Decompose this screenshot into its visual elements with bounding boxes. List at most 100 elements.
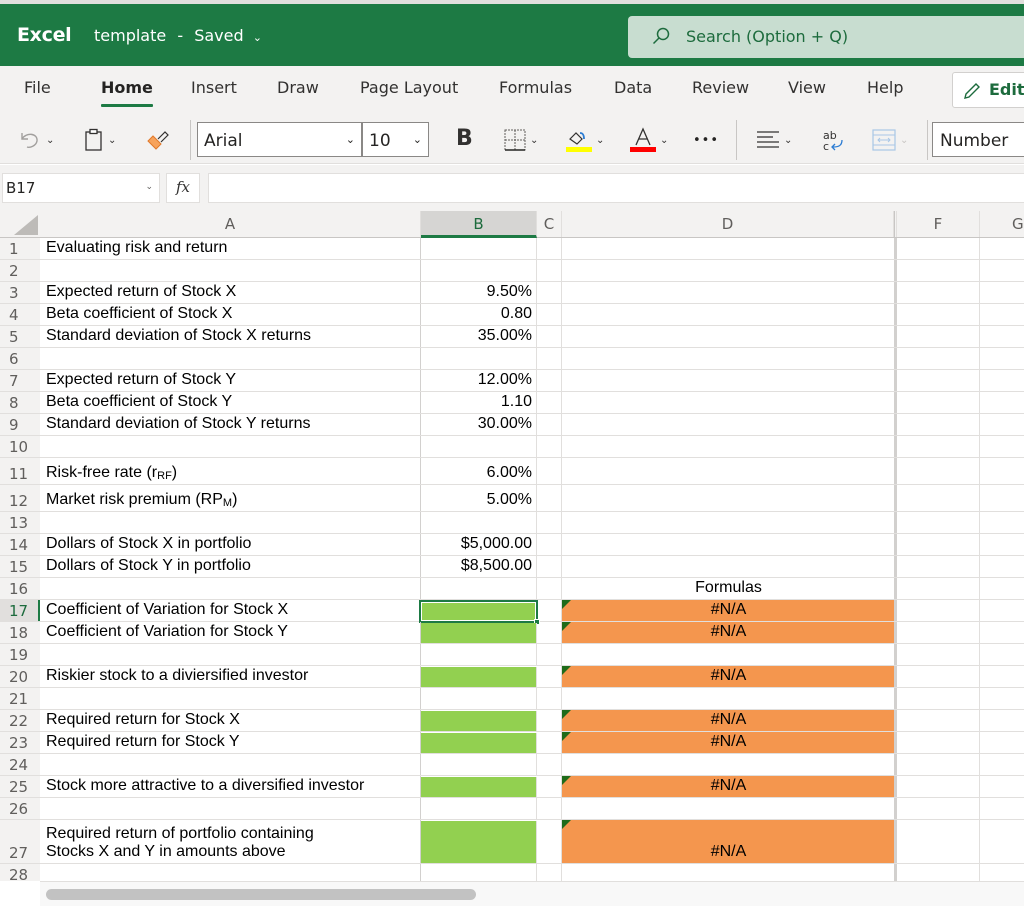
cell-d17[interactable]: #N/A xyxy=(562,600,896,621)
cell-a9[interactable]: Standard deviation of Stock Y returns xyxy=(40,414,421,435)
row-header[interactable]: 3 xyxy=(0,282,40,303)
cell-c23[interactable] xyxy=(537,732,562,753)
cell-b8[interactable]: 1.10 xyxy=(421,392,537,413)
cell-b9[interactable]: 30.00% xyxy=(421,414,537,435)
cell-c5[interactable] xyxy=(537,326,562,347)
cell-f17[interactable] xyxy=(897,600,980,621)
cell-f5[interactable] xyxy=(897,326,980,347)
wrap-text-button[interactable]: ab c xyxy=(820,126,846,154)
cell-f3[interactable] xyxy=(897,282,980,303)
cell-d8[interactable] xyxy=(562,392,896,413)
cell-f12[interactable] xyxy=(897,485,980,511)
cell-c7[interactable] xyxy=(537,370,562,391)
cell-b20[interactable] xyxy=(421,667,537,687)
cell-f1[interactable] xyxy=(897,238,980,259)
cell-a7[interactable]: Expected return of Stock Y xyxy=(40,370,421,391)
row-header[interactable]: 18 xyxy=(0,622,40,643)
cell-d12[interactable] xyxy=(562,485,896,511)
tab-view[interactable]: View xyxy=(788,78,826,97)
more-options-button[interactable]: ••• xyxy=(693,126,719,154)
cell-g25[interactable] xyxy=(980,776,1024,797)
cell-f18[interactable] xyxy=(897,622,980,643)
cell-f23[interactable] xyxy=(897,732,980,753)
cell-d1[interactable] xyxy=(562,238,896,259)
cell-c6[interactable] xyxy=(537,348,562,369)
row-header[interactable]: 6 xyxy=(0,348,40,369)
cell-d28[interactable] xyxy=(562,864,896,881)
cell-g11[interactable] xyxy=(980,458,1024,484)
cell-c18[interactable] xyxy=(537,622,562,643)
cell-f2[interactable] xyxy=(897,260,980,281)
row-header[interactable]: 15 xyxy=(0,556,40,577)
format-painter-button[interactable] xyxy=(146,126,170,154)
cell-c26[interactable] xyxy=(537,798,562,819)
cell-b28[interactable] xyxy=(421,864,537,881)
paste-button[interactable]: ⌄ xyxy=(84,126,116,154)
cell-c27[interactable] xyxy=(537,820,562,863)
cell-g28[interactable] xyxy=(980,864,1024,881)
row-header[interactable]: 20 xyxy=(0,666,40,687)
row-header[interactable]: 22 xyxy=(0,710,40,731)
row-header[interactable]: 25 xyxy=(0,776,40,797)
cell-a14[interactable]: Dollars of Stock X in portfolio xyxy=(40,534,421,555)
column-header-d[interactable]: D xyxy=(562,211,894,237)
tab-home[interactable]: Home xyxy=(101,78,153,107)
cell-d4[interactable] xyxy=(562,304,896,325)
cell-f24[interactable] xyxy=(897,754,980,775)
cell-g18[interactable] xyxy=(980,622,1024,643)
search-box[interactable]: Search (Option + Q) xyxy=(628,16,1024,58)
cell-d5[interactable] xyxy=(562,326,896,347)
cell-d10[interactable] xyxy=(562,436,896,457)
bold-button[interactable]: B xyxy=(456,126,473,151)
cell-f13[interactable] xyxy=(897,512,980,533)
cell-d6[interactable] xyxy=(562,348,896,369)
fill-color-button[interactable]: ⌄ xyxy=(566,126,604,154)
cell-g7[interactable] xyxy=(980,370,1024,391)
cell-d9[interactable] xyxy=(562,414,896,435)
cell-c20[interactable] xyxy=(537,666,562,687)
row-header[interactable]: 8 xyxy=(0,392,40,413)
cell-g15[interactable] xyxy=(980,556,1024,577)
cell-g8[interactable] xyxy=(980,392,1024,413)
row-header[interactable]: 27 xyxy=(0,820,40,863)
row-header[interactable]: 26 xyxy=(0,798,40,819)
cell-c12[interactable] xyxy=(537,485,562,511)
cell-b22[interactable] xyxy=(421,711,537,731)
formula-input[interactable] xyxy=(208,173,1024,203)
cell-a1[interactable]: Evaluating risk and return xyxy=(40,238,421,259)
cell-b15[interactable]: $8,500.00 xyxy=(421,556,537,577)
cell-g12[interactable] xyxy=(980,485,1024,511)
row-header[interactable]: 19 xyxy=(0,644,40,665)
cell-c22[interactable] xyxy=(537,710,562,731)
cell-b13[interactable] xyxy=(421,512,537,533)
cell-b23[interactable] xyxy=(421,733,537,753)
cell-b7[interactable]: 12.00% xyxy=(421,370,537,391)
cell-d14[interactable] xyxy=(562,534,896,555)
font-color-button[interactable]: ⌄ xyxy=(630,126,668,154)
cell-f28[interactable] xyxy=(897,864,980,881)
column-header-b[interactable]: B xyxy=(421,211,537,238)
row-header[interactable]: 1 xyxy=(0,238,40,259)
cell-g3[interactable] xyxy=(980,282,1024,303)
cell-d23[interactable]: #N/A xyxy=(562,732,896,753)
cell-g21[interactable] xyxy=(980,688,1024,709)
cell-a12[interactable]: Market risk premium (RP M) xyxy=(40,485,421,511)
cell-g22[interactable] xyxy=(980,710,1024,731)
tab-draw[interactable]: Draw xyxy=(277,78,319,97)
cell-c3[interactable] xyxy=(537,282,562,303)
cell-g14[interactable] xyxy=(980,534,1024,555)
row-header[interactable]: 12 xyxy=(0,485,40,511)
cell-b5[interactable]: 35.00% xyxy=(421,326,537,347)
merge-cells-button[interactable]: ⌄ xyxy=(872,126,908,154)
error-indicator-icon[interactable] xyxy=(562,776,571,785)
row-header[interactable]: 2 xyxy=(0,260,40,281)
cell-f9[interactable] xyxy=(897,414,980,435)
cell-f6[interactable] xyxy=(897,348,980,369)
cell-g20[interactable] xyxy=(980,666,1024,687)
cell-c10[interactable] xyxy=(537,436,562,457)
cell-c4[interactable] xyxy=(537,304,562,325)
horizontal-scrollbar[interactable] xyxy=(40,881,1024,906)
tab-file[interactable]: File xyxy=(24,78,51,97)
cell-d22[interactable]: #N/A xyxy=(562,710,896,731)
cell-d24[interactable] xyxy=(562,754,896,775)
